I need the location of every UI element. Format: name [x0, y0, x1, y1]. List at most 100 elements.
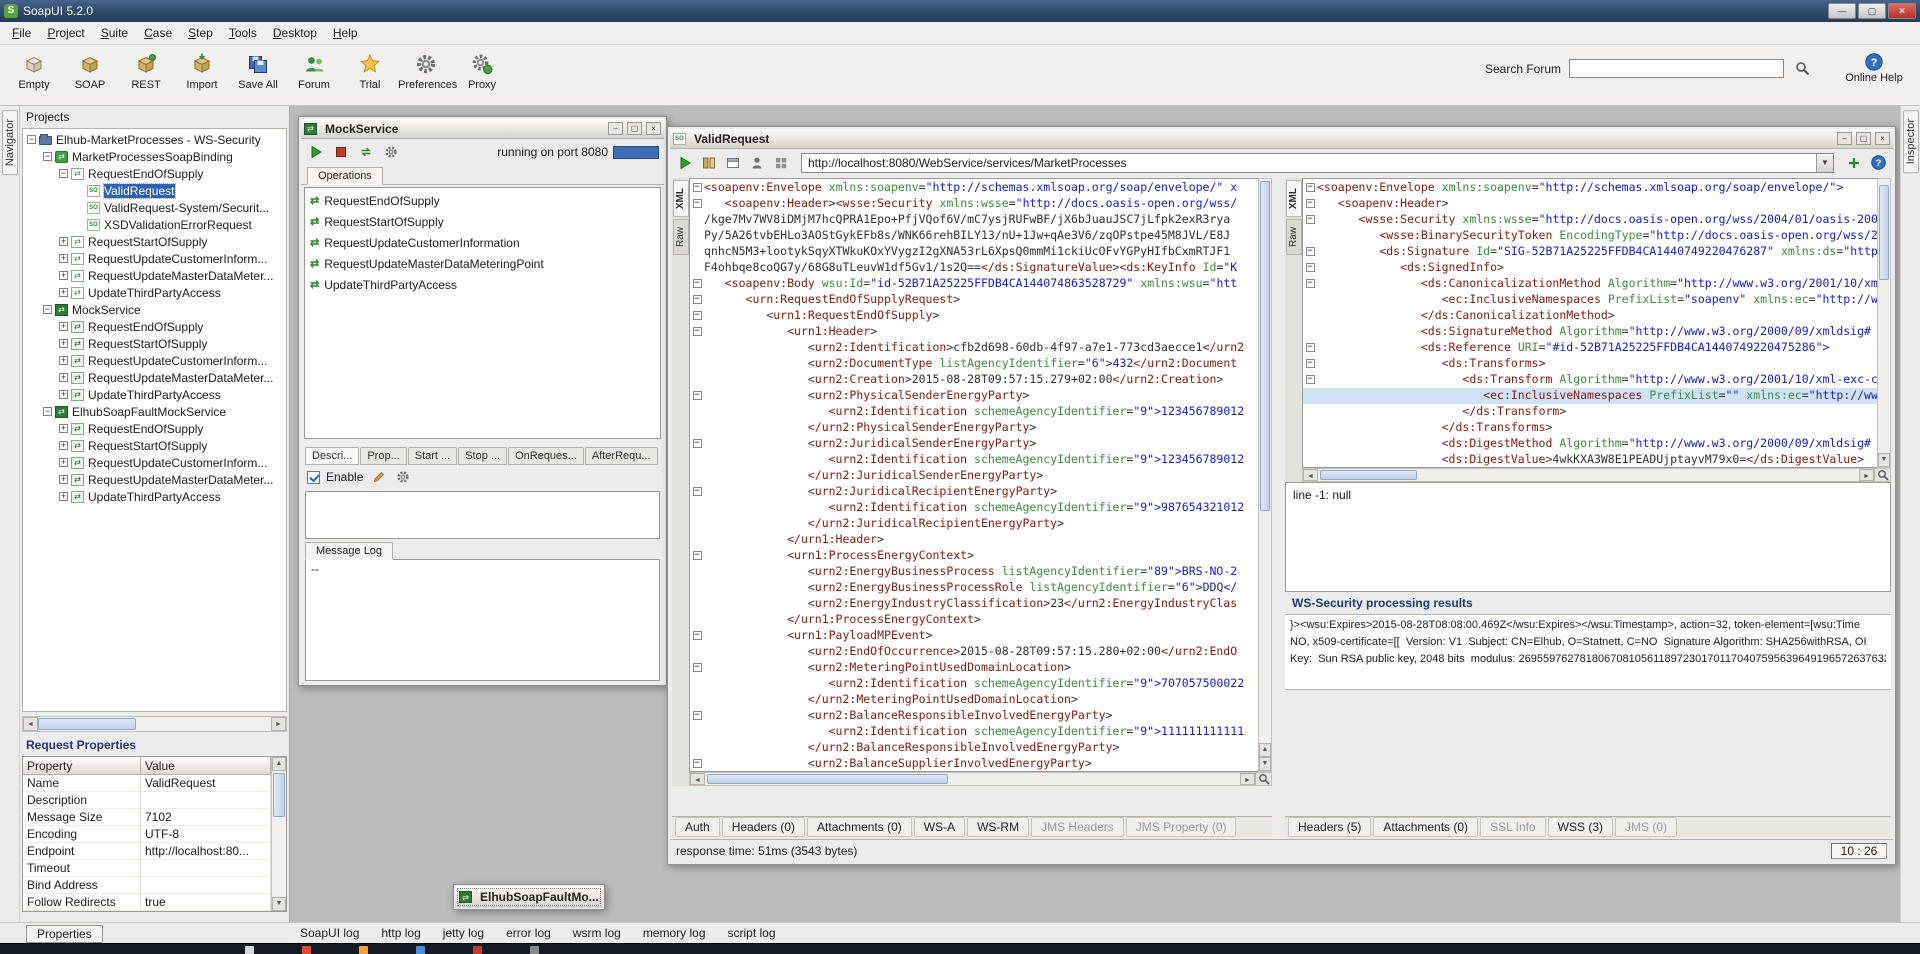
log-tab-memory-log[interactable]: memory log — [643, 926, 706, 940]
collapse-toggle[interactable]: − — [27, 135, 36, 144]
menu-file[interactable]: File — [4, 23, 39, 43]
tree-item[interactable]: XSDValidationErrorRequest — [23, 216, 286, 233]
minimized-window[interactable]: ElhubSoapFaultMo... — [453, 884, 605, 910]
search-forum-button[interactable] — [1792, 59, 1812, 79]
scroll-up-icon[interactable]: ▲ — [1259, 743, 1271, 757]
expand-toggle[interactable]: + — [59, 356, 68, 365]
request-editor-hscrollbar[interactable]: ◄ ► — [689, 772, 1272, 786]
tree-item[interactable]: −Elhub-MarketProcesses - WS-Security — [23, 131, 286, 148]
fold-toggle[interactable]: − — [693, 391, 702, 400]
response-tab-headers-5[interactable]: Headers (5) — [1288, 817, 1371, 837]
log-tab-script-log[interactable]: script log — [728, 926, 776, 940]
tree-item[interactable]: −RequestEndOfSupply — [23, 165, 286, 182]
menu-help[interactable]: Help — [325, 23, 366, 43]
fold-toggle[interactable]: − — [1306, 343, 1315, 352]
expand-toggle[interactable]: + — [59, 441, 68, 450]
request-xml-editor[interactable]: −<soapenv:Envelope xmlns:soapenv="http:/… — [689, 178, 1258, 772]
window-minimize-icon[interactable]: – — [608, 122, 623, 135]
tree-item[interactable]: −MarketProcessesSoapBinding — [23, 148, 286, 165]
tree-item[interactable]: +RequestStartOfSupply — [23, 437, 286, 454]
window-maximize-icon[interactable]: ▢ — [1856, 132, 1871, 145]
minimize-button[interactable]: — — [1828, 3, 1856, 19]
tree-item[interactable]: +RequestEndOfSupply — [23, 318, 286, 335]
settings-gear-icon[interactable] — [393, 467, 413, 487]
menu-project[interactable]: Project — [39, 23, 92, 43]
fold-toggle[interactable]: − — [693, 663, 702, 672]
fold-toggle[interactable]: − — [693, 327, 702, 336]
taskbar-app-icon[interactable] — [245, 946, 254, 954]
response-xml-tab[interactable]: XML — [1286, 180, 1302, 217]
expand-toggle[interactable]: + — [59, 322, 68, 331]
hscroll-thumb[interactable] — [707, 774, 948, 784]
help-icon[interactable]: ? — [1868, 153, 1888, 173]
save-all-button[interactable]: Save All — [230, 49, 286, 91]
expand-toggle[interactable]: + — [59, 390, 68, 399]
table-row[interactable]: Bind Address — [23, 877, 271, 894]
response-tab-wss-3[interactable]: WSS (3) — [1548, 817, 1613, 837]
message-log-tab[interactable]: Message Log — [305, 542, 393, 560]
tree-item[interactable]: ValidRequest-System/Securit... — [23, 199, 286, 216]
endpoint-combobox[interactable]: http://localhost:8080/WebService/service… — [801, 153, 1834, 173]
pane-divider[interactable] — [1272, 178, 1285, 837]
import-button[interactable]: Import — [174, 49, 230, 91]
request-editor-vscrollbar[interactable]: ▲ ▼ — [1258, 178, 1272, 772]
fold-toggle[interactable]: − — [1306, 215, 1315, 224]
fold-toggle[interactable]: − — [693, 311, 702, 320]
online-help-button[interactable]: ? Online Help — [1838, 53, 1910, 84]
stop-mockservice-icon[interactable] — [331, 142, 351, 162]
tree-item[interactable]: ValidRequest — [23, 182, 286, 199]
soap-button[interactable]: SOAP — [62, 49, 118, 91]
menu-case[interactable]: Case — [136, 23, 180, 43]
enable-checkbox[interactable] — [307, 471, 320, 484]
menu-tools[interactable]: Tools — [221, 23, 265, 43]
taskbar-app-icon[interactable] — [530, 946, 539, 954]
menu-step[interactable]: Step — [180, 23, 221, 43]
table-row[interactable]: Endpointhttp://localhost:80... — [23, 843, 271, 860]
fold-toggle[interactable]: − — [693, 439, 702, 448]
properties-vscrollbar[interactable]: ▲ ▼ — [271, 757, 286, 911]
options-gear-icon[interactable] — [381, 142, 401, 162]
tree-item[interactable]: +RequestStartOfSupply — [23, 335, 286, 352]
tree-item[interactable]: +RequestEndOfSupply — [23, 420, 286, 437]
rest-button[interactable]: REST — [118, 49, 174, 91]
taskbar-app-icon[interactable] — [359, 946, 368, 954]
mock-subtab[interactable]: OnReques... — [508, 447, 584, 465]
restart-mockservice-icon[interactable] — [356, 142, 376, 162]
expand-toggle[interactable]: + — [59, 424, 68, 433]
split-pane-icon[interactable] — [699, 153, 719, 173]
operations-tab[interactable]: Operations — [307, 167, 383, 185]
fold-toggle[interactable]: − — [693, 183, 702, 192]
request-tab-ws-rm[interactable]: WS-RM — [967, 817, 1029, 837]
window-close-icon[interactable]: × — [1875, 132, 1890, 145]
tree-item[interactable]: −ElhubSoapFaultMockService — [23, 403, 286, 420]
log-tab-soapui-log[interactable]: SoapUI log — [300, 926, 359, 940]
tree-item[interactable]: −MockService — [23, 301, 286, 318]
window-minimize-icon[interactable]: – — [1837, 132, 1852, 145]
menu-desktop[interactable]: Desktop — [265, 23, 325, 43]
fold-toggle[interactable]: − — [693, 631, 702, 640]
scroll-left-icon[interactable]: ◄ — [23, 717, 38, 731]
tree-item[interactable]: +RequestUpdateMasterDataMeter... — [23, 267, 286, 284]
expand-toggle[interactable]: + — [59, 288, 68, 297]
fold-toggle[interactable]: − — [693, 487, 702, 496]
hscroll-thumb[interactable] — [1320, 470, 1417, 480]
fold-toggle[interactable]: − — [693, 295, 702, 304]
table-row[interactable]: EncodingUTF-8 — [23, 826, 271, 843]
list-item[interactable]: ⇄RequestUpdateMasterDataMeteringPoint — [305, 253, 660, 274]
fold-toggle[interactable]: − — [1306, 375, 1315, 384]
trial-button[interactable]: Trial — [342, 49, 398, 91]
scroll-up-icon[interactable]: ▲ — [272, 757, 286, 771]
scroll-down-icon[interactable]: ▼ — [1259, 757, 1271, 771]
fold-toggle[interactable]: − — [693, 279, 702, 288]
fold-toggle[interactable]: − — [693, 711, 702, 720]
layout-grid-icon[interactable] — [771, 153, 791, 173]
run-mockservice-icon[interactable] — [306, 142, 326, 162]
close-button[interactable]: ✕ — [1888, 3, 1916, 19]
tear-off-icon[interactable] — [723, 153, 743, 173]
fold-toggle[interactable]: − — [693, 551, 702, 560]
mock-subtab[interactable]: Stop ... — [458, 447, 507, 465]
magnifier-icon[interactable] — [1874, 469, 1890, 481]
tree-item[interactable]: +RequestUpdateCustomerInform... — [23, 250, 286, 267]
mock-subtab[interactable]: Prop... — [360, 447, 406, 465]
scroll-down-icon[interactable]: ▼ — [272, 897, 286, 911]
